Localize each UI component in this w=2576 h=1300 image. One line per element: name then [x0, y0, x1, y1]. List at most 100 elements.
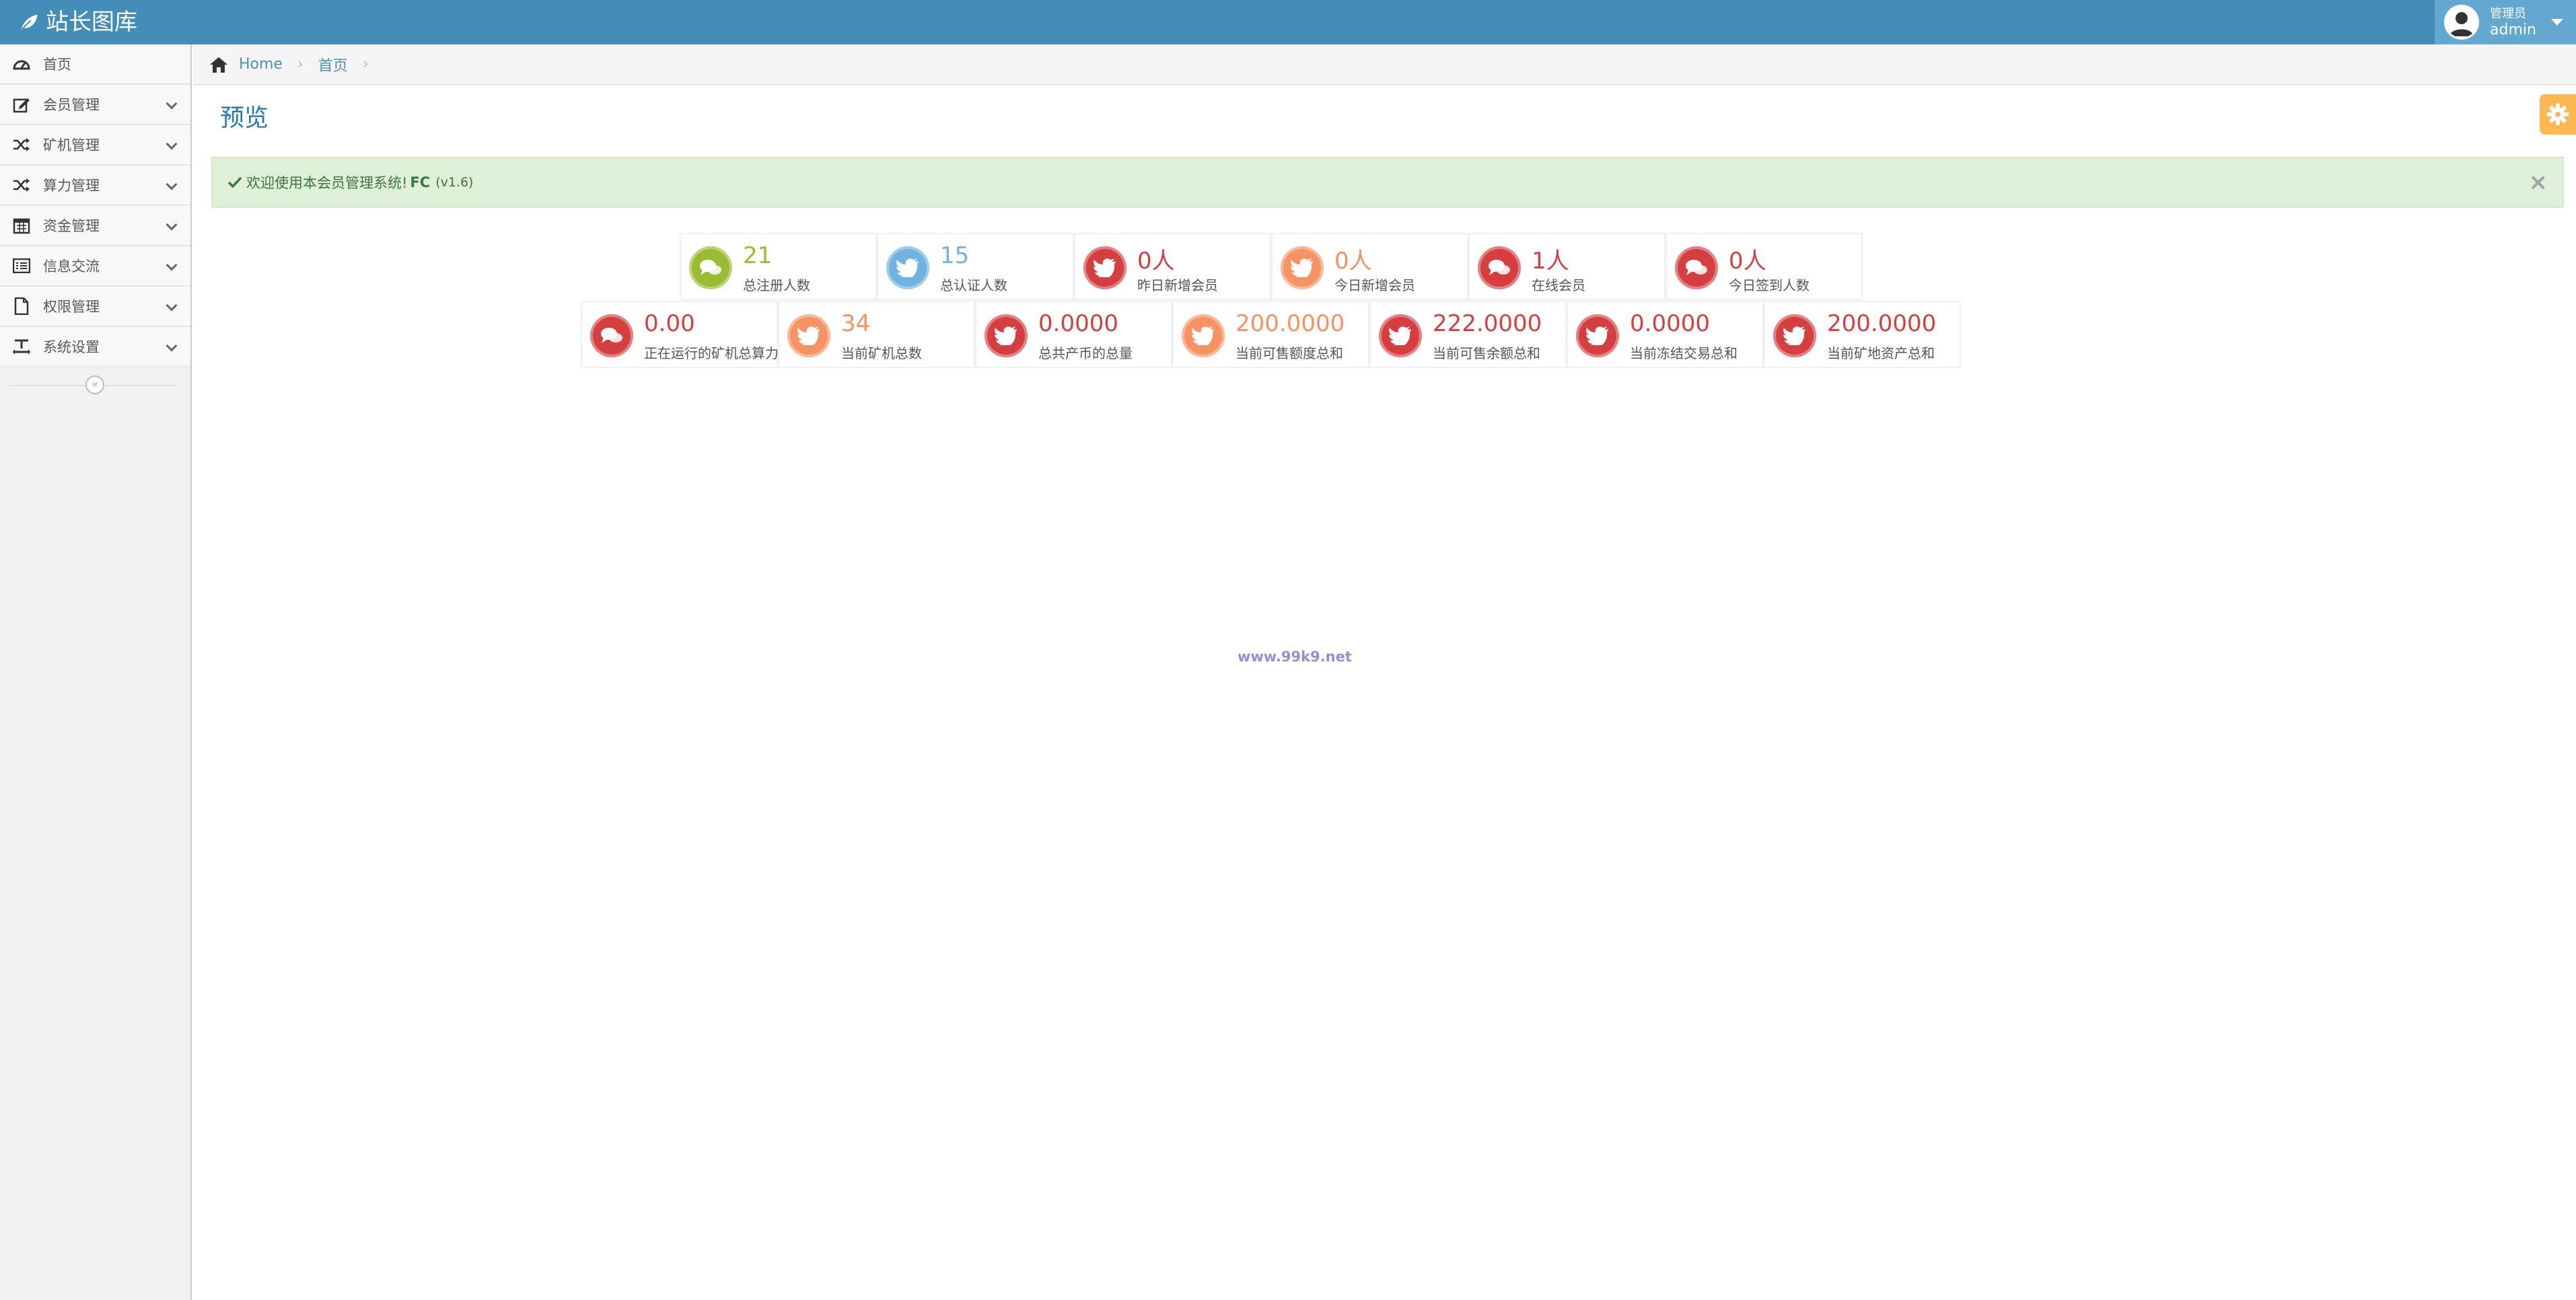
infobox: 222.0000 当前可售余额总和	[1369, 301, 1567, 368]
shuffle-icon	[12, 135, 31, 154]
twitter-icon	[1379, 314, 1422, 357]
infobox-value: 0人	[1334, 248, 1372, 275]
user-role: 管理员	[2490, 7, 2526, 21]
avatar	[2444, 5, 2479, 40]
infobox-label: 昨日新增会员	[1137, 277, 1218, 293]
infobox-label: 总认证人数	[940, 277, 1007, 293]
breadcrumb: Home › 首页 ›	[193, 44, 2576, 85]
sidebar-item-hashrate[interactable]: 算力管理	[0, 166, 190, 206]
chevron-down-icon	[166, 98, 178, 110]
twitter-icon	[1773, 314, 1816, 357]
infobox: 200.0000 当前矿地资产总和	[1764, 301, 1961, 368]
comments-icon	[1478, 246, 1521, 289]
check-icon	[227, 176, 242, 188]
twitter-icon	[787, 314, 830, 357]
shuffle-icon	[12, 176, 31, 194]
close-icon[interactable]: ×	[2529, 169, 2548, 196]
calendar-icon	[12, 216, 31, 235]
settings-toggle-button[interactable]	[2540, 94, 2576, 135]
infobox-value: 15	[940, 242, 970, 269]
breadcrumb-separator: ›	[362, 56, 369, 73]
infobox: 0人 昨日新增会员	[1074, 233, 1271, 300]
text-width-icon	[12, 337, 31, 356]
home-icon	[210, 57, 227, 73]
infobox-label: 今日新增会员	[1334, 277, 1415, 293]
page-title: 预览	[220, 104, 269, 132]
infobox: 0.0000 总共产币的总量	[975, 301, 1172, 368]
user-menu[interactable]: 管理员 admin	[2435, 0, 2576, 44]
twitter-icon	[1281, 246, 1324, 289]
watermark-text: www.99k9.net	[1238, 649, 1352, 665]
infobox-label: 今日签到人数	[1729, 277, 1810, 293]
infobox-value: 34	[841, 310, 871, 337]
infobox-value: 0.0000	[1038, 310, 1118, 337]
infobox-label: 正在运行的矿机总算力	[644, 345, 779, 361]
sidebar-item-label: 信息交流	[43, 258, 100, 275]
infobox: 15 总认证人数	[877, 233, 1074, 300]
twitter-icon	[1576, 314, 1619, 357]
sidebar-item-label: 矿机管理	[43, 137, 100, 153]
leaf-icon	[21, 14, 38, 30]
infobox-label: 当前矿地资产总和	[1827, 345, 1935, 361]
infobox-label: 当前矿机总数	[841, 345, 922, 361]
infobox: 21 总注册人数	[680, 233, 877, 300]
sidebar-item-permissions[interactable]: 权限管理	[0, 287, 190, 327]
infobox-value: 222.0000	[1433, 310, 1542, 337]
caret-down-icon[interactable]	[2550, 19, 2563, 26]
sidebar-item-members[interactable]: 会员管理	[0, 85, 190, 125]
infobox-value: 21	[743, 242, 773, 269]
twitter-icon	[1083, 246, 1126, 289]
infobox-label: 总注册人数	[743, 277, 810, 293]
comments-icon	[590, 314, 633, 357]
infobox-value: 0人	[1729, 248, 1766, 275]
infobox: 200.0000 当前可售额度总和	[1172, 301, 1369, 368]
infobox-label: 总共产币的总量	[1038, 345, 1133, 361]
sidebar-item-label: 系统设置	[43, 339, 100, 355]
breadcrumb-home-link[interactable]: Home	[239, 56, 283, 73]
infobox-value: 0.00	[644, 310, 695, 337]
chevron-down-icon	[166, 219, 178, 231]
infobox-value: 200.0000	[1827, 310, 1937, 337]
sidebar-collapse-bar: «	[0, 367, 190, 402]
infobox: 0.0000 当前冻结交易总和	[1567, 301, 1764, 368]
sidebar-item-label: 权限管理	[43, 299, 100, 315]
sidebar: 首页 会员管理 矿机管理 算力管理 资金管理 信息交流 权限管理 系统设置 «	[0, 44, 192, 1300]
twitter-icon	[886, 246, 929, 289]
edit-icon	[12, 95, 31, 114]
infobox: 1人 在线会员	[1468, 233, 1666, 300]
infobox: 34 当前矿机总数	[778, 301, 975, 368]
gear-icon	[2547, 104, 2569, 125]
chevron-down-icon	[166, 299, 178, 312]
infobox-value: 200.0000	[1236, 310, 1345, 337]
sidebar-item-miners[interactable]: 矿机管理	[0, 125, 190, 166]
list-icon	[12, 256, 31, 275]
user-name: admin	[2490, 22, 2536, 38]
infobox-label: 当前可售余额总和	[1433, 345, 1540, 361]
welcome-alert: 欢迎使用本会员管理系统! FC (v1.6) ×	[211, 157, 2564, 208]
alert-product: FC	[410, 174, 431, 190]
twitter-icon	[985, 314, 1028, 357]
infobox-value: 1人	[1532, 248, 1569, 275]
sidebar-collapse-button[interactable]: «	[85, 375, 104, 394]
user-silhouette-icon	[2449, 12, 2474, 36]
file-icon	[12, 297, 31, 316]
comments-icon	[1675, 246, 1718, 289]
infobox-label: 当前冻结交易总和	[1630, 345, 1738, 361]
chevron-down-icon	[166, 340, 178, 352]
infobox-value: 0.0000	[1630, 310, 1710, 337]
brand[interactable]: 站长图库	[19, 0, 137, 44]
sidebar-item-label: 算力管理	[43, 178, 100, 194]
breadcrumb-current-link[interactable]: 首页	[318, 54, 348, 75]
alert-version: (v1.6)	[435, 175, 474, 190]
sidebar-item-messages[interactable]: 信息交流	[0, 246, 190, 287]
sidebar-item-funds[interactable]: 资金管理	[0, 206, 190, 246]
chevron-down-icon	[166, 259, 178, 271]
sidebar-item-home[interactable]: 首页	[0, 44, 190, 85]
sidebar-item-settings[interactable]: 系统设置	[0, 327, 190, 367]
infobox-label: 当前可售额度总和	[1236, 345, 1343, 361]
dashboard-icon	[12, 55, 31, 73]
alert-message: 欢迎使用本会员管理系统!	[246, 175, 408, 191]
infobox: 0.00 正在运行的矿机总算力	[581, 301, 779, 368]
brand-title: 站长图库	[46, 9, 137, 36]
infobox: 0人 今日新增会员	[1271, 233, 1468, 300]
